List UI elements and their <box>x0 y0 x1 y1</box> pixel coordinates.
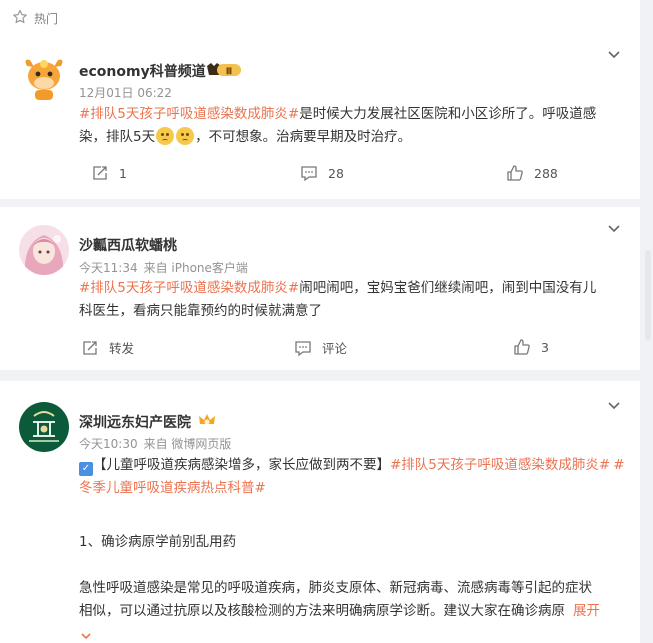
scrollbar-track[interactable] <box>640 0 653 643</box>
thumbs-up-icon <box>507 165 523 181</box>
topic-link[interactable]: 冬季儿童呼吸道疾病热点科普# <box>79 480 266 496</box>
crying-face-emoji <box>156 127 175 145</box>
post-time[interactable]: 今天10:30 <box>79 437 138 451</box>
badge-level-text: Ⅲ <box>226 66 232 76</box>
post-card: 沙瓤西瓜软蟠桃 今天11:34 来自 iPhone客户端 #排队5天孩子呼吸道感染… <box>0 207 640 370</box>
topic-link[interactable]: #排队5天孩子呼吸道感染数成肺炎# <box>79 106 299 122</box>
post-text: 是时候大力发展社区医院和小区诊所了。呼吸道感 <box>299 106 597 122</box>
repost-button[interactable]: 1 <box>91 164 127 182</box>
post-time[interactable]: 12月01日 06:22 <box>79 86 172 100</box>
post-text: 闹吧闹吧，宝妈宝爸们继续闹吧，闹到中国没有儿 <box>299 280 597 296</box>
post-text: 【儿童呼吸道疾病感染增多，家长应做到两不要】 <box>93 457 390 473</box>
like-button[interactable]: 288 <box>506 164 558 182</box>
checkbox-emoji: ✓ <box>79 462 93 476</box>
post-body: ✓ 【儿童呼吸道疾病感染增多，家长应做到两不要】#排队5天孩子呼吸道感染数成肺炎#… <box>79 454 627 623</box>
post-body: #排队5天孩子呼吸道感染数成肺炎#是时候大力发展社区医院和小区诊所了。呼吸道感 … <box>79 103 619 149</box>
post-time[interactable]: 今天11:34 <box>79 261 138 275</box>
avatar[interactable] <box>19 52 69 102</box>
comment-icon <box>301 166 317 182</box>
crying-face-emoji <box>176 127 195 145</box>
post-text: 相似，可以通过抗原以及核酸检测的方法来明确病原学诊断。建议大家在确诊病原 <box>79 603 565 619</box>
post-text: ，不可想象。治病要早期及时治疗。 <box>195 129 412 145</box>
chevron-down-icon[interactable] <box>604 219 624 239</box>
hot-section-header: 热门 <box>0 0 640 36</box>
author-name[interactable]: economy科普频道 <box>79 61 206 81</box>
like-button[interactable]: 3 <box>513 338 549 356</box>
topic-link[interactable]: # <box>613 457 624 473</box>
scrollbar-thumb[interactable] <box>645 250 651 340</box>
like-count: 288 <box>534 165 558 181</box>
like-count: 3 <box>541 339 549 355</box>
topic-link[interactable]: #排队5天孩子呼吸道感染数成肺炎# <box>390 457 610 473</box>
chevron-down-icon[interactable] <box>604 45 624 65</box>
hot-section-title: 热门 <box>34 11 59 26</box>
expand-link[interactable]: 展开 <box>573 603 600 619</box>
post-text: 染，排队5天 <box>79 129 156 145</box>
topic-link[interactable]: #排队5天孩子呼吸道感染数成肺炎# <box>79 280 299 296</box>
avatar[interactable] <box>19 402 69 452</box>
post-actions: 转发 评论 3 <box>0 338 640 362</box>
author-name[interactable]: 沙瓤西瓜软蟠桃 <box>79 235 177 255</box>
post-actions: 1 28 288 <box>0 164 640 188</box>
repost-count: 1 <box>119 165 127 181</box>
post-source: 来自 微博网页版 <box>143 437 232 451</box>
verified-crown-icon <box>198 412 216 432</box>
author-name[interactable]: 深圳远东妇产医院 <box>79 412 191 432</box>
post-text: 急性呼吸道感染是常见的呼吸道疾病，肺炎支原体、新冠病毒、流感病毒等引起的症状 <box>79 580 592 596</box>
comment-label: 评论 <box>322 341 348 356</box>
thumbs-up-icon <box>514 339 530 355</box>
expand-chevron-icon[interactable] <box>79 628 93 643</box>
repost-icon <box>93 166 107 180</box>
comment-count: 28 <box>328 165 344 181</box>
post-body: #排队5天孩子呼吸道感染数成肺炎#闹吧闹吧，宝妈宝爸们继续闹吧，闹到中国没有儿 … <box>79 277 619 323</box>
member-level-badge: Ⅲ <box>205 62 243 82</box>
post-card: 深圳远东妇产医院 今天10:30 来自 微博网页版 ✓ 【儿童呼吸道疾病感染增多，家… <box>0 381 640 643</box>
comment-icon <box>295 340 311 356</box>
star-outline-icon <box>12 9 28 28</box>
chevron-down-icon[interactable] <box>604 396 624 416</box>
post-meta: 今天11:34 来自 iPhone客户端 <box>79 259 248 276</box>
weibo-feed: 热门 economy科普频道 Ⅲ 12月01日 06:22 #排队5天孩子呼吸道… <box>0 0 653 643</box>
comment-button[interactable]: 28 <box>300 164 344 182</box>
post-text: 科医生，看病只能靠预约的时候就满意了 <box>79 303 322 319</box>
post-text: 1、确诊病原学前别乱用药 <box>79 534 237 550</box>
avatar[interactable] <box>19 225 69 275</box>
comment-button[interactable]: 评论 <box>294 338 347 357</box>
post-card: economy科普频道 Ⅲ 12月01日 06:22 #排队5天孩子呼吸道感染数… <box>0 36 640 199</box>
repost-icon <box>83 340 97 355</box>
repost-button[interactable]: 转发 <box>81 338 134 357</box>
repost-label: 转发 <box>109 341 135 356</box>
post-meta: 12月01日 06:22 <box>79 84 172 101</box>
post-source: 来自 iPhone客户端 <box>143 261 248 275</box>
post-meta: 今天10:30 来自 微博网页版 <box>79 435 231 452</box>
